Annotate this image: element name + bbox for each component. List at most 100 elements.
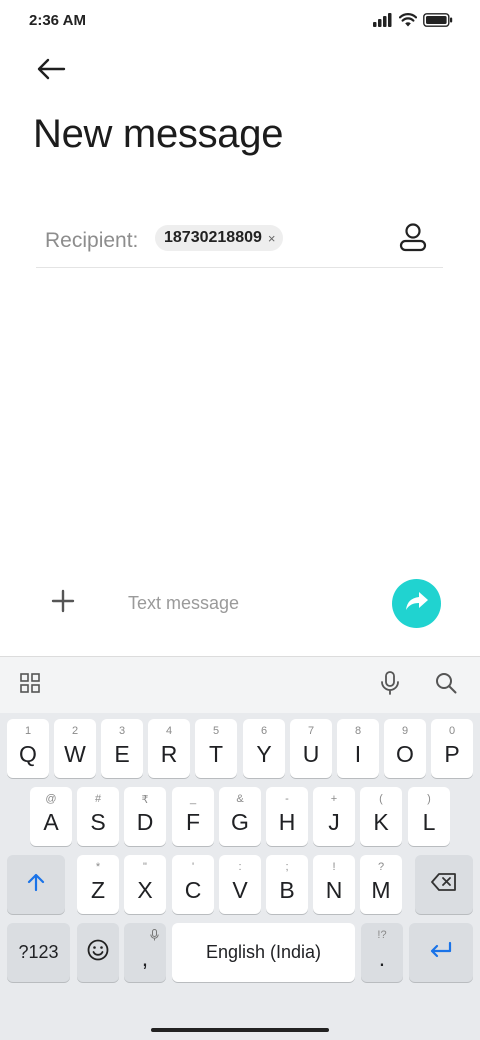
key-label: R (160, 741, 178, 767)
key-hint: ₹ (141, 794, 149, 806)
search-icon (435, 672, 457, 699)
key-label: K (373, 809, 389, 835)
key-hint: @ (45, 793, 57, 805)
key-label: B (279, 877, 295, 903)
key-hint: 1 (24, 725, 32, 737)
keyboard: 1Q 2W 3E 4R 5T 6Y 7U 8I 9O 0P @ A # S ₹ D _… (0, 656, 480, 1040)
period-key[interactable]: !? . (361, 923, 403, 982)
key-hint: * (95, 861, 101, 873)
shift-key[interactable] (7, 855, 65, 914)
emoji-key[interactable] (77, 923, 119, 982)
shift-arrow-up-icon (26, 872, 46, 897)
key-v[interactable]: :V (219, 855, 261, 914)
key-label: S (90, 809, 106, 835)
space-key[interactable]: English (India) (172, 923, 355, 982)
space-key-label: English (India) (205, 942, 322, 962)
key-hint: ' (191, 861, 195, 873)
key-label: Q (19, 741, 37, 767)
key-hint: ! (332, 861, 336, 873)
attach-button[interactable] (44, 584, 82, 622)
close-icon[interactable]: × (268, 232, 276, 245)
enter-arrow-icon (429, 941, 453, 964)
voice-input-button[interactable] (376, 670, 404, 699)
key-hint: 4 (165, 725, 173, 737)
key-hint: + (330, 793, 338, 805)
key-m[interactable]: ? M (360, 855, 402, 914)
key-hint: 6 (260, 725, 268, 737)
key-label: X (137, 877, 153, 903)
symbols-key[interactable]: ?123 (7, 923, 70, 982)
key-hint: 2 (71, 725, 79, 737)
status-bar: 2:36 AM (0, 0, 480, 44)
key-f[interactable]: _ F (172, 787, 214, 846)
key-c[interactable]: ' C (172, 855, 214, 914)
key-q[interactable]: 1Q (7, 719, 49, 778)
key-hint: 0 (448, 725, 456, 737)
keyboard-search-button[interactable] (432, 671, 460, 699)
key-hint: ) (427, 793, 431, 805)
key-r[interactable]: 4R (148, 719, 190, 778)
signal-icon (373, 13, 393, 27)
key-a[interactable]: @ A (30, 787, 72, 846)
send-button[interactable] (392, 579, 441, 628)
key-b[interactable]: ; B (266, 855, 308, 914)
back-button[interactable] (30, 52, 72, 90)
key-label: Y (256, 741, 272, 767)
key-h[interactable]: -H (266, 787, 308, 846)
key-hint: # (94, 793, 102, 805)
key-g[interactable]: & G (219, 787, 261, 846)
key-d[interactable]: ₹ D (124, 787, 166, 846)
backspace-key[interactable] (415, 855, 473, 914)
recipient-label: Recipient: (45, 229, 139, 252)
key-label: E (114, 741, 130, 767)
key-hint: : (238, 861, 242, 873)
key-label: H (278, 809, 296, 835)
emoji-icon (87, 939, 109, 966)
key-k[interactable]: (K (360, 787, 402, 846)
key-label: D (136, 809, 154, 835)
key-l[interactable]: ) L (408, 787, 450, 846)
recipient-row: Recipient: 18730218809 × (36, 212, 443, 268)
person-icon (399, 222, 427, 257)
key-label: N (325, 877, 343, 903)
home-indicator[interactable] (151, 1028, 329, 1032)
keyboard-toolbar (0, 657, 480, 713)
message-input[interactable] (128, 585, 368, 621)
key-p[interactable]: 0P (431, 719, 473, 778)
key-label: J (328, 809, 340, 835)
recipient-chip-number: 18730218809 (164, 229, 262, 246)
comma-key-label: , (141, 945, 149, 971)
key-label: I (354, 741, 362, 767)
keyboard-keys: 1Q 2W 3E 4R 5T 6Y 7U 8I 9O 0P @ A # S ₹ D _… (0, 713, 480, 1040)
enter-key[interactable] (409, 923, 473, 982)
key-y[interactable]: 6Y (243, 719, 285, 778)
key-j[interactable]: + J (313, 787, 355, 846)
key-label: F (185, 809, 201, 835)
key-e[interactable]: 3E (101, 719, 143, 778)
key-hint: " (143, 861, 147, 873)
key-w[interactable]: 2W (54, 719, 96, 778)
period-key-label: . (378, 945, 386, 971)
key-t[interactable]: 5T (195, 719, 237, 778)
key-hint: ? (377, 861, 385, 873)
key-label: U (302, 741, 320, 767)
key-s[interactable]: # S (77, 787, 119, 846)
key-i[interactable]: 8I (337, 719, 379, 778)
recipient-chip[interactable]: 18730218809 × (155, 225, 284, 251)
key-u[interactable]: 7U (290, 719, 332, 778)
key-o[interactable]: 9O (384, 719, 426, 778)
apps-grid-button[interactable] (16, 671, 44, 699)
key-hint: 9 (401, 725, 409, 737)
key-label: T (208, 741, 224, 767)
apps-grid-icon (20, 672, 40, 698)
key-x[interactable]: " X (124, 855, 166, 914)
key-hint: ( (379, 793, 383, 805)
key-z[interactable]: * Z (77, 855, 119, 914)
contact-picker-button[interactable] (397, 222, 429, 256)
comma-key[interactable]: , (124, 923, 166, 982)
status-icons (373, 13, 453, 27)
battery-icon (423, 13, 453, 27)
key-hint: ; (285, 861, 289, 873)
key-n[interactable]: ! N (313, 855, 355, 914)
key-label: Z (90, 877, 106, 903)
